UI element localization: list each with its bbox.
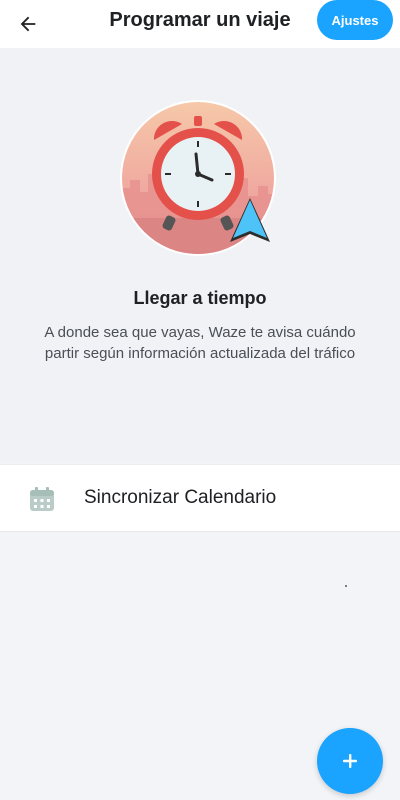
hero-section: Llegar a tiempo A donde sea que vayas, W… <box>0 48 400 462</box>
add-trip-button[interactable] <box>317 728 383 794</box>
sync-calendar-label: Sincronizar Calendario <box>84 487 277 508</box>
plus-icon <box>343 754 357 768</box>
hero-title: Llegar a tiempo <box>133 288 267 308</box>
stray-dot <box>345 585 347 587</box>
calendar-icon <box>30 487 54 511</box>
settings-button[interactable]: Ajustes <box>317 0 393 40</box>
alarm-clock-illustration <box>120 100 276 256</box>
top-app-bar: Programar un viaje Ajustes <box>0 0 400 48</box>
hero-description: A donde sea que vayas, Waze te avisa cuá… <box>44 324 356 362</box>
sync-calendar-row[interactable]: Sincronizar Calendario <box>0 464 400 532</box>
